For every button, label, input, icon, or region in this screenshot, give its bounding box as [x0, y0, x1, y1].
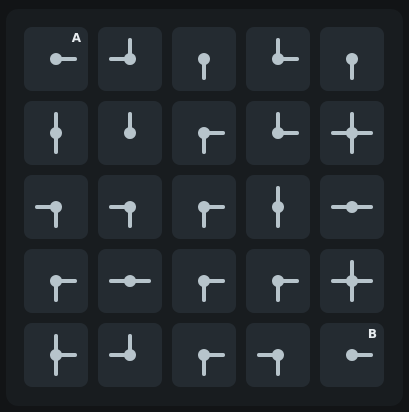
pipe-tile-r0-c4[interactable]: [320, 27, 384, 91]
pipe-icon: [198, 53, 210, 80]
pipe-icon: [331, 260, 373, 302]
pipe-tile-r3-c0[interactable]: [24, 249, 88, 313]
pipe-icon: [272, 275, 299, 302]
pipe-tile-r1-c4[interactable]: [320, 101, 384, 165]
pipe-grid: AB: [24, 27, 384, 387]
pipe-hub: [124, 349, 136, 361]
pipe-tile-r3-c2[interactable]: [172, 249, 236, 313]
pipe-hub: [346, 127, 358, 139]
pipe-tile-r0-c1[interactable]: [98, 27, 162, 91]
pipe-icon: [272, 38, 299, 65]
pipe-icon: [50, 334, 77, 376]
pipe-icon: [50, 275, 77, 302]
pipe-hub: [198, 201, 210, 213]
pipe-tile-r0-c2[interactable]: [172, 27, 236, 91]
pipe-hub: [346, 201, 358, 213]
pipe-icon: [331, 112, 373, 154]
pipe-hub: [50, 349, 62, 361]
pipe-hub: [124, 53, 136, 65]
pipe-icon: [198, 275, 225, 302]
pipe-icon: [272, 186, 284, 228]
pipe-tile-r4-c2[interactable]: [172, 323, 236, 387]
pipe-tile-r4-c3[interactable]: [246, 323, 310, 387]
pipe-tile-r2-c1[interactable]: [98, 175, 162, 239]
pipe-hub: [272, 275, 284, 287]
pipe-hub: [50, 53, 62, 65]
pipe-tile-r1-c2[interactable]: [172, 101, 236, 165]
pipe-tile-r4-c4[interactable]: B: [320, 323, 384, 387]
pipe-icon: [331, 201, 373, 213]
pipe-icon: [198, 349, 225, 376]
pipe-hub: [124, 275, 136, 287]
pipe-hub: [50, 127, 62, 139]
pipe-tile-r4-c1[interactable]: [98, 323, 162, 387]
pipe-icon: [272, 112, 299, 139]
pipe-tile-r2-c4[interactable]: [320, 175, 384, 239]
pipe-hub: [198, 127, 210, 139]
pipe-icon: [198, 127, 225, 154]
pipe-hub: [272, 201, 284, 213]
pipe-hub: [272, 53, 284, 65]
pipe-tile-r4-c0[interactable]: [24, 323, 88, 387]
pipe-tile-r1-c0[interactable]: [24, 101, 88, 165]
pipe-icon: [109, 38, 136, 65]
pipe-hub: [50, 275, 62, 287]
pipe-icon: [35, 201, 62, 228]
pipe-tile-r2-c3[interactable]: [246, 175, 310, 239]
pipe-hub: [198, 53, 210, 65]
pipe-hub: [346, 349, 358, 361]
puzzle-board: AB: [6, 9, 403, 406]
pipe-tile-r1-c3[interactable]: [246, 101, 310, 165]
pipe-tile-r2-c2[interactable]: [172, 175, 236, 239]
pipe-tile-r3-c3[interactable]: [246, 249, 310, 313]
pipe-hub: [272, 349, 284, 361]
pipe-icon: [124, 112, 136, 139]
pipe-icon: [198, 201, 225, 228]
pipe-hub: [272, 127, 284, 139]
pipe-tile-r3-c1[interactable]: [98, 249, 162, 313]
pipe-tile-r0-c3[interactable]: [246, 27, 310, 91]
pipe-tile-r2-c0[interactable]: [24, 175, 88, 239]
pipe-hub: [124, 201, 136, 213]
pipe-tile-r3-c4[interactable]: [320, 249, 384, 313]
pipe-icon: [257, 349, 284, 376]
endpoint-label: A: [71, 31, 81, 45]
pipe-tile-r1-c1[interactable]: [98, 101, 162, 165]
pipe-icon: [109, 201, 136, 228]
pipe-hub: [346, 53, 358, 65]
pipe-hub: [198, 349, 210, 361]
pipe-hub: [198, 275, 210, 287]
pipe-hub: [346, 275, 358, 287]
endpoint-label: B: [367, 327, 377, 341]
pipe-hub: [124, 127, 136, 139]
pipe-icon: [109, 334, 136, 361]
pipe-tile-r0-c0[interactable]: A: [24, 27, 88, 91]
pipe-icon: [346, 53, 358, 80]
pipe-icon: [109, 275, 151, 287]
pipe-icon: [50, 112, 62, 154]
pipe-hub: [50, 201, 62, 213]
